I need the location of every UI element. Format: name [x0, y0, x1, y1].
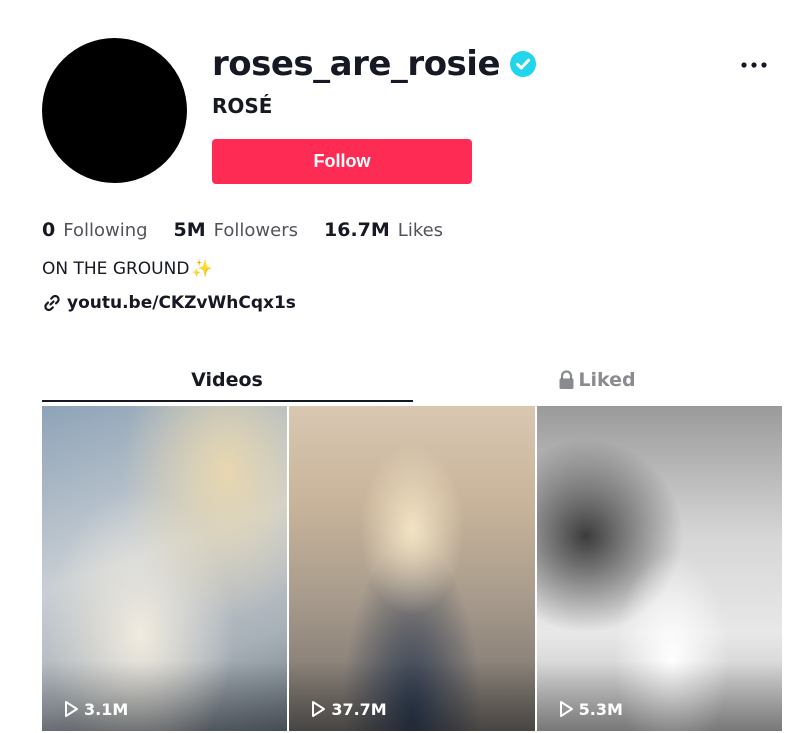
bio-text: ON THE GROUND [42, 259, 190, 279]
sparkle-emoji: ✨ [191, 259, 213, 279]
video-views-count: 5.3M [578, 699, 623, 719]
stat-followers-label: Followers [213, 220, 298, 241]
active-tab-indicator [42, 400, 413, 402]
stat-likes: 16.7M Likes [324, 216, 443, 245]
stat-following[interactable]: 0 Following [42, 216, 148, 245]
video-views-count: 3.1M [84, 699, 129, 719]
video-views: 5.3M [557, 699, 623, 719]
tab-liked-label: Liked [578, 369, 636, 391]
video-card-shade [289, 661, 535, 731]
username-row: roses_are_rosie [212, 40, 537, 88]
video-card[interactable]: 37.7M [289, 406, 535, 731]
video-views: 37.7M [309, 699, 387, 719]
stat-followers-count: 5M [173, 219, 206, 241]
stat-likes-count: 16.7M [324, 219, 390, 241]
bio-link[interactable]: youtu.be/CKZvWhCqx1s [42, 290, 296, 316]
bio-link-text: youtu.be/CKZvWhCqx1s [67, 293, 296, 313]
display-name: ROSÉ [212, 94, 273, 118]
follow-button[interactable]: Follow [212, 139, 472, 184]
stat-followers[interactable]: 5M Followers [174, 216, 298, 245]
stat-likes-label: Likes [397, 220, 444, 241]
video-card[interactable]: 5.3M [536, 406, 782, 731]
verified-badge-icon [510, 51, 537, 77]
video-card-shade [42, 661, 288, 731]
video-grid: 3.1M 37.7M 5.3M [42, 406, 782, 733]
video-card-shade [536, 661, 782, 731]
bio: ON THE GROUND ✨ [42, 256, 213, 282]
play-icon [557, 699, 575, 719]
stat-following-label: Following [63, 220, 148, 241]
tab-liked[interactable]: Liked [412, 358, 782, 402]
tab-videos-label: Videos [191, 369, 263, 391]
link-icon [42, 293, 62, 313]
video-card[interactable]: 3.1M [42, 406, 288, 731]
video-views: 3.1M [62, 699, 128, 719]
stat-following-count: 0 [42, 219, 56, 241]
lock-icon [558, 370, 575, 390]
username: roses_are_rosie [212, 44, 501, 84]
more-options-icon[interactable] [736, 52, 772, 78]
profile-tabs: Videos Liked [42, 358, 782, 402]
video-views-count: 37.7M [331, 699, 387, 719]
tab-videos[interactable]: Videos [42, 358, 412, 402]
avatar[interactable] [42, 38, 187, 183]
play-icon [62, 699, 80, 719]
play-icon [309, 699, 327, 719]
stats-row: 0 Following 5M Followers 16.7M Likes [42, 216, 469, 245]
